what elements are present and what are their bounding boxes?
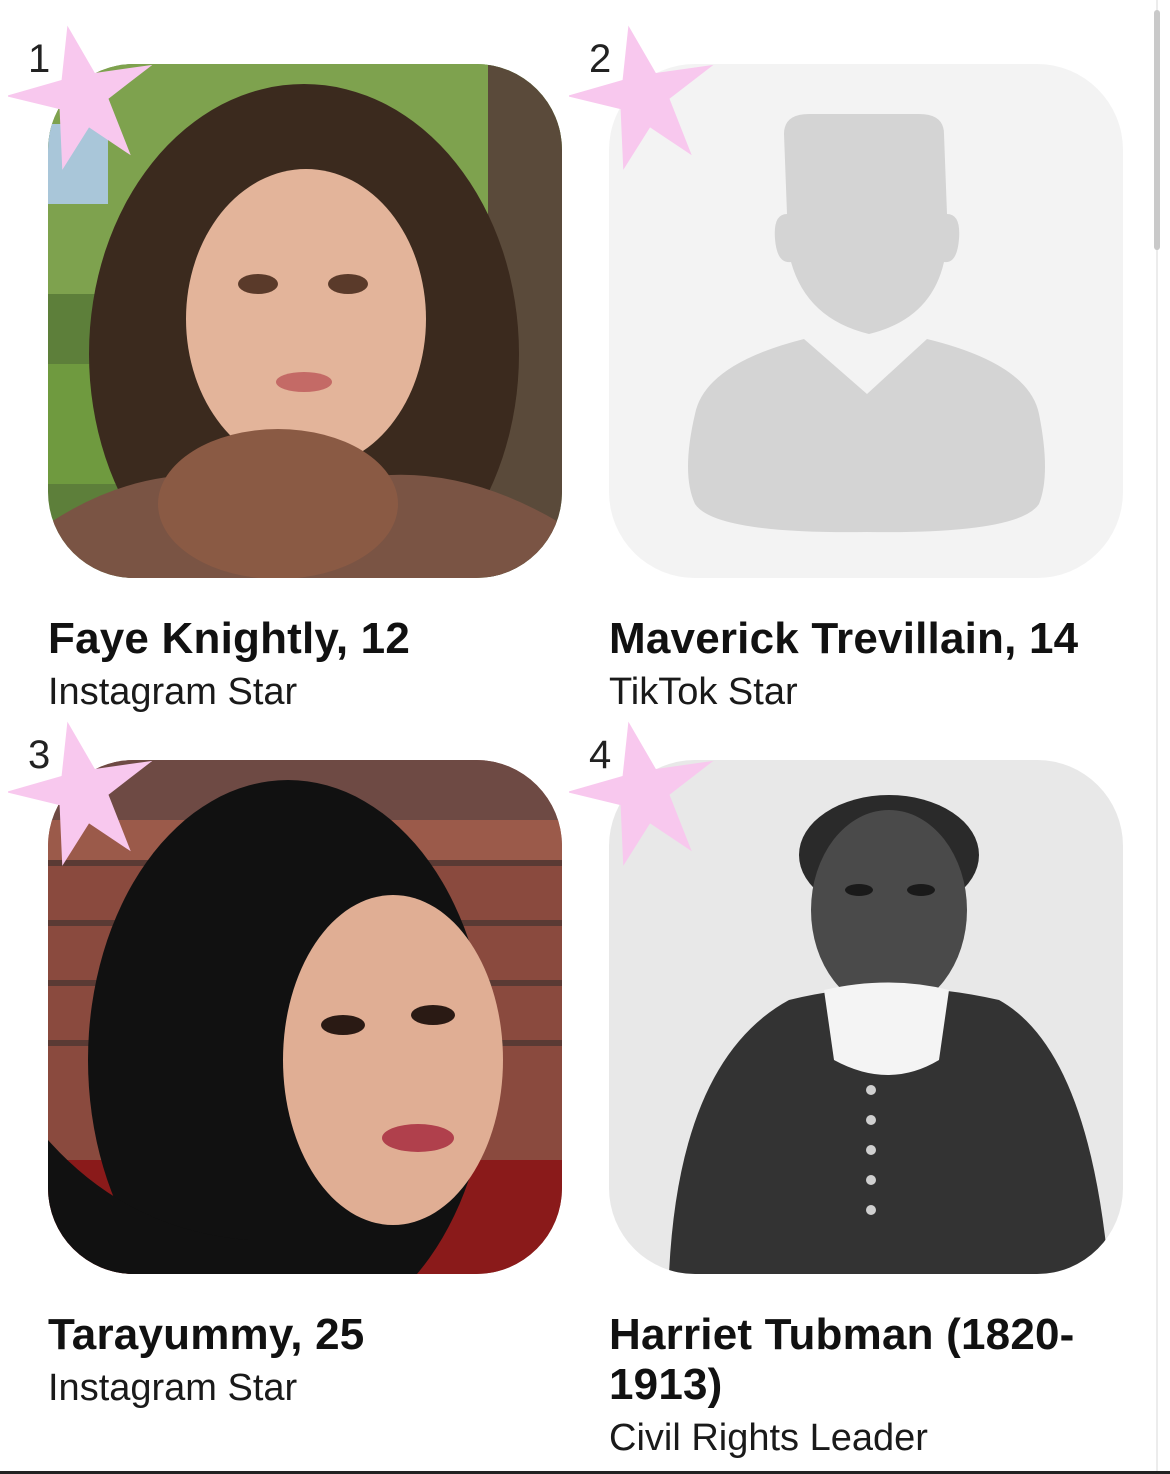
ranking-grid: 1 Faye Knightly, 12 Instagram Star 2 Mav…	[0, 0, 1170, 1474]
person-name: Maverick Trevillain, 14	[609, 614, 1079, 663]
portrait-photo	[48, 64, 562, 578]
person-role: TikTok Star	[609, 671, 798, 713]
portrait-photo	[48, 760, 562, 1274]
vertical-scrollbar[interactable]	[1153, 0, 1161, 1474]
person-photo[interactable]	[48, 760, 562, 1274]
person-photo[interactable]	[609, 64, 1123, 578]
person-card[interactable]: 4 Harriet Tubman (1820-1913) Civil Right…	[569, 721, 1123, 1460]
person-photo[interactable]	[609, 760, 1123, 1274]
person-card[interactable]: 3 Tarayummy, 25 Instagram Star	[8, 721, 562, 1410]
person-role: Instagram Star	[48, 671, 298, 713]
person-role: Instagram Star	[48, 1367, 298, 1409]
historic-portrait-photo	[609, 760, 1123, 1274]
person-role: Civil Rights Leader	[609, 1417, 928, 1459]
person-card[interactable]: 2 Maverick Trevillain, 14 TikTok Star	[569, 25, 1123, 714]
person-name: Faye Knightly, 12	[48, 614, 411, 663]
person-name: Tarayummy, 25	[48, 1310, 365, 1359]
person-card[interactable]: 1 Faye Knightly, 12 Instagram Star	[8, 25, 562, 714]
default-avatar-icon	[609, 64, 1123, 578]
scrollbar-thumb[interactable]	[1154, 10, 1160, 250]
person-photo[interactable]	[48, 64, 562, 578]
person-name: Harriet Tubman (1820-1913)	[609, 1310, 1075, 1409]
